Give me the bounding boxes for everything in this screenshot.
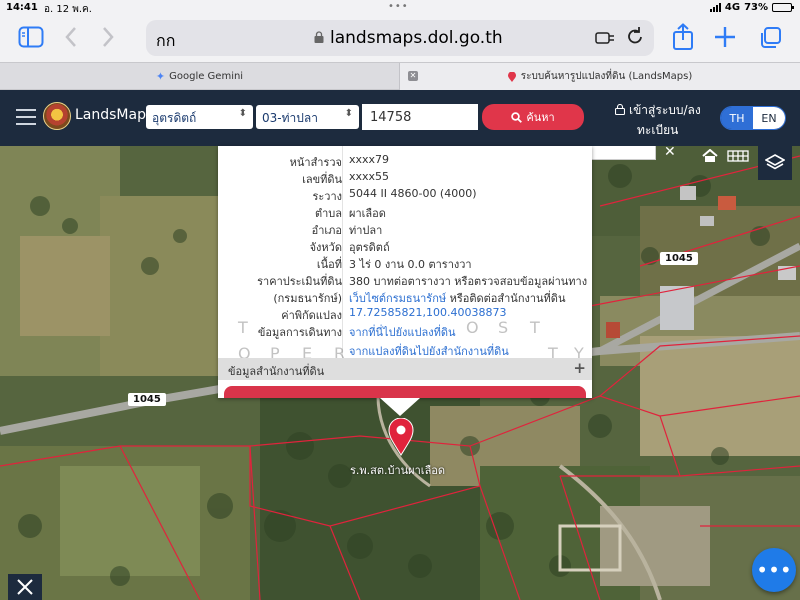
cellular-signal-icon xyxy=(709,2,721,12)
status-bar: 14:41 อ. 12 พ.ค. ••• 4G 73% xyxy=(0,0,800,16)
more-dots-icon: ••• xyxy=(756,558,792,582)
province-value: อุตรดิตถ์ xyxy=(152,111,197,125)
lock-icon xyxy=(314,31,324,43)
popup-action-strip[interactable] xyxy=(224,386,586,398)
expand-plus-icon[interactable]: + xyxy=(573,359,586,377)
home-icon[interactable] xyxy=(696,146,724,166)
url-text[interactable]: landsmaps.dol.go.th xyxy=(330,28,503,48)
dol-logo xyxy=(43,102,71,130)
land-office-label: ข้อมูลสำนักงานที่ดิน xyxy=(228,365,325,378)
lang-th-button[interactable]: TH xyxy=(721,107,753,129)
language-toggle[interactable]: TH EN xyxy=(720,106,786,130)
district-select[interactable]: 03-ท่าปลา ⬍ xyxy=(256,105,359,129)
parcel-number-input[interactable] xyxy=(362,104,478,130)
search-label: ค้นหา xyxy=(526,112,555,124)
district-value: 03-ท่าปลา xyxy=(262,111,318,125)
province-select[interactable]: อุตรดิตถ์ ⬍ xyxy=(146,105,253,129)
row-label: ข้อมูลการเดินทาง xyxy=(257,326,342,339)
location-marker-icon[interactable] xyxy=(388,418,414,456)
tab-google-gemini[interactable]: ✦ Google Gemini xyxy=(0,63,400,90)
row-subdistrict: ตำบล ผาเลือด xyxy=(218,202,592,220)
map-place-label: ร.พ.สต.บ้านผาเลือด xyxy=(350,464,446,477)
browser-toolbar: กก landsmaps.dol.go.th xyxy=(0,16,800,62)
row-survey-page: หน้าสำรวจ xxxx79 xyxy=(218,151,592,169)
row-appraisal-price: ราคาประเมินที่ดิน 380 บาทต่อตารางวา หรือ… xyxy=(218,270,592,288)
select-arrows-icon: ⬍ xyxy=(238,108,247,119)
reload-icon[interactable] xyxy=(626,26,644,51)
lock-icon xyxy=(615,104,625,115)
status-time: 14:41 xyxy=(6,2,38,13)
directions-to-parcel-link[interactable]: จากที่นี่ไปยังแปลงที่ดิน xyxy=(349,326,455,339)
plus-icon[interactable] xyxy=(714,26,736,53)
chevron-left-icon[interactable] xyxy=(64,26,78,53)
select-arrows-icon: ⬍ xyxy=(344,108,353,119)
more-options-button[interactable]: ••• xyxy=(752,548,796,592)
land-office-section[interactable]: ข้อมูลสำนักงานที่ดิน + xyxy=(218,358,592,380)
login-label-line2: ทะเบียน xyxy=(637,123,679,137)
tab-bar: ✦ Google Gemini ✕ ระบบค้นหารูปแปลงที่ดิน… xyxy=(0,62,800,90)
network-type: 4G xyxy=(724,2,741,13)
coordinates-link[interactable]: 17.72585821,100.40038873 xyxy=(349,306,506,319)
parcel-info-popup: หน้าสำรวจ xxxx79 เลขที่ดิน xxxx55 ระวาง … xyxy=(218,146,592,398)
close-icon[interactable]: ✕ xyxy=(664,146,676,160)
extension-icon[interactable] xyxy=(595,30,615,50)
directions-to-office-link[interactable]: จากแปลงที่ดินไปยังสำนักงานที่ดิน xyxy=(349,345,509,358)
popup-pointer xyxy=(380,398,420,416)
battery-icon xyxy=(772,3,794,12)
layers-icon[interactable] xyxy=(758,146,792,180)
close-tab-icon[interactable]: ✕ xyxy=(408,71,418,81)
row-map-sheet: ระวาง 5044 II 4860-00 (4000) xyxy=(218,185,592,203)
road-label: 1045 xyxy=(660,252,698,265)
grid-icon[interactable] xyxy=(724,146,752,166)
search-button[interactable]: ค้นหา xyxy=(482,104,584,130)
gemini-icon: ✦ xyxy=(155,70,166,83)
measure-tools-icon[interactable] xyxy=(8,574,42,600)
row-land-number: เลขที่ดิน xxxx55 xyxy=(218,168,592,186)
tab-landsmaps[interactable]: ✕ ระบบค้นหารูปแปลงที่ดิน (LandsMaps) xyxy=(400,63,800,90)
row-value: 5044 II 4860-00 (4000) xyxy=(349,187,477,200)
row-coordinates: ค่าพิกัดแปลง 17.72585821,100.40038873 xyxy=(218,304,592,322)
row-value: xxxx79 xyxy=(349,153,390,166)
tabs-icon[interactable] xyxy=(758,26,782,55)
parcel-info-table: หน้าสำรวจ xxxx79 เลขที่ดิน xxxx55 ระวาง … xyxy=(218,146,592,358)
road-label: 1045 xyxy=(128,393,166,406)
status-right: 4G 73% xyxy=(709,2,794,13)
sidebar-icon[interactable] xyxy=(18,26,44,53)
multitasking-dots[interactable]: ••• xyxy=(388,1,409,12)
app-header: LandsMaps อุตรดิตถ์ ⬍ 03-ท่าปลา ⬍ ค้นหา … xyxy=(0,90,800,146)
menu-icon[interactable] xyxy=(16,109,36,125)
row-travel-info-2: จากแปลงที่ดินไปยังสำนักงานที่ดิน xyxy=(218,340,592,358)
lang-en-button[interactable]: EN xyxy=(753,107,785,129)
text-size-button[interactable]: กก xyxy=(156,29,175,54)
status-date: อ. 12 พ.ค. xyxy=(44,4,92,15)
tab-title: Google Gemini xyxy=(169,71,244,82)
share-icon[interactable] xyxy=(672,23,694,56)
search-icon xyxy=(511,111,523,123)
address-bar[interactable]: กก landsmaps.dol.go.th xyxy=(146,20,654,56)
row-value: xxxx55 xyxy=(349,170,390,183)
row-area: เนื้อที่ 3 ไร่ 0 งาน 0.0 ตารางวา xyxy=(218,253,592,271)
chevron-right-icon[interactable] xyxy=(101,26,115,53)
row-province: จังหวัด อุตรดิตถ์ xyxy=(218,236,592,254)
app-title: LandsMaps xyxy=(75,107,154,123)
battery-percent: 73% xyxy=(744,2,768,13)
row-district: อำเภอ ท่าปลา xyxy=(218,219,592,237)
location-pin-icon xyxy=(507,71,516,82)
tab-title: ระบบค้นหารูปแปลงที่ดิน (LandsMaps) xyxy=(520,71,693,82)
row-treasury: (กรมธนารักษ์) เว็บไซต์กรมธนารักษ์ หรือติ… xyxy=(218,287,592,305)
login-link[interactable]: เข้าสู่ระบบ/ลง ทะเบียน xyxy=(615,100,705,140)
row-travel-info: ข้อมูลการเดินทาง จากที่นี่ไปยังแปลงที่ดิ… xyxy=(218,321,592,339)
login-label-line1: เข้าสู่ระบบ/ลง xyxy=(629,103,701,117)
